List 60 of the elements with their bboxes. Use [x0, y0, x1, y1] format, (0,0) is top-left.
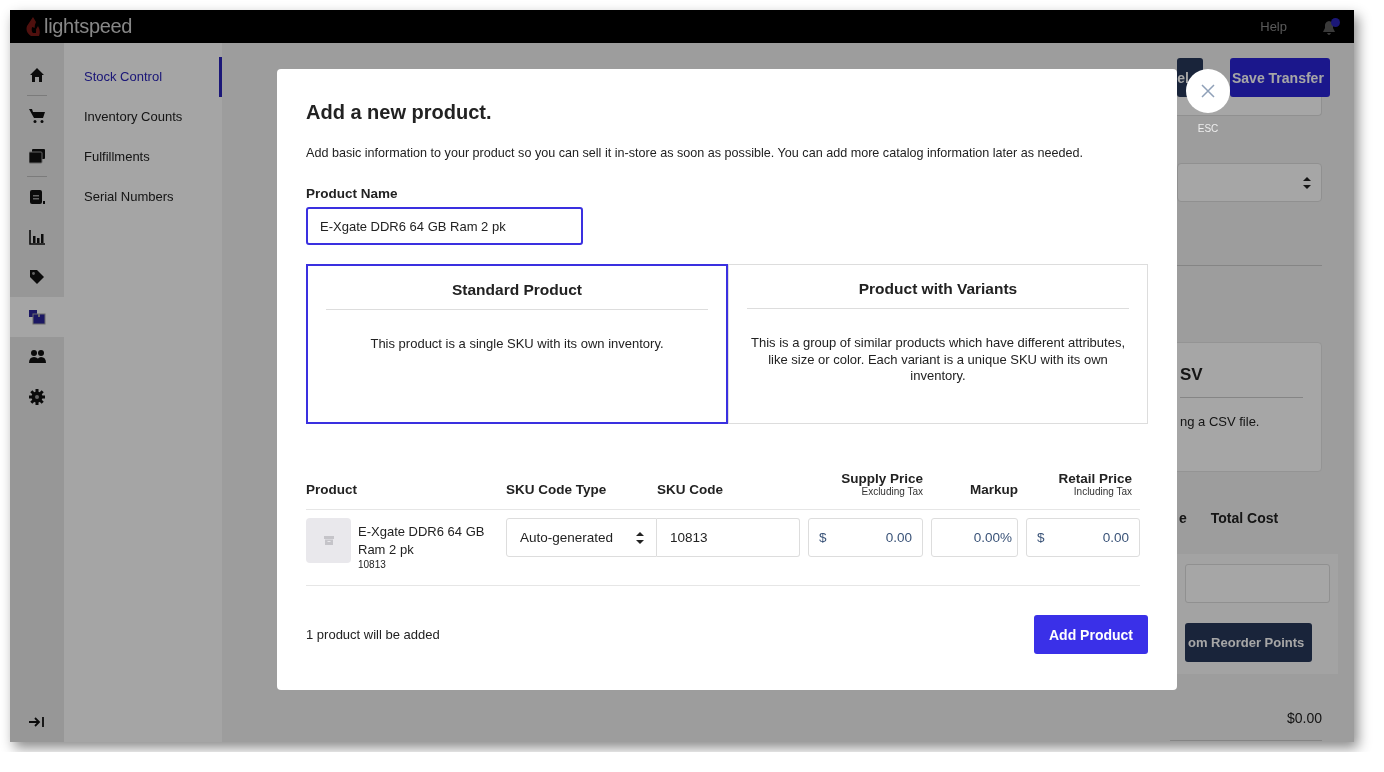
box-icon [323, 536, 334, 545]
submenu-item[interactable]: Inventory Counts [64, 97, 222, 137]
product-type-option[interactable]: Standard Product This product is a single SKU with its own inventory. [306, 264, 728, 424]
column-header: SKU Code Type [506, 482, 608, 497]
tag-icon [28, 269, 46, 285]
nav-rail-item[interactable] [10, 297, 64, 337]
currency-symbol: $ [819, 530, 827, 545]
boxes-icon [28, 309, 46, 325]
flame-logo-icon [26, 16, 40, 37]
column-header: Retail Price [1058, 471, 1132, 486]
retail-price-field[interactable]: $ 0.00 [1026, 518, 1140, 557]
option-title: Product with Variants [857, 279, 1019, 299]
total-amount: $0.00 [1286, 710, 1322, 726]
settings-icon [28, 389, 46, 405]
column-header: Supply Price [841, 471, 923, 486]
close-icon [1201, 84, 1215, 98]
card-title: SV [1180, 365, 1204, 386]
card-text: ng a CSV file. [1180, 414, 1261, 429]
currency-symbol: $ [1037, 530, 1045, 545]
column-subheader: Including Tax [1073, 486, 1132, 497]
sort-arrows-icon [636, 531, 644, 544]
column-header: Product [306, 482, 358, 497]
product-name-field[interactable]: E-Xgate DDR6 64 GB Ram 2 pk [306, 207, 583, 245]
option-description: This is a group of similar products which have different attributes, like size or color. Each variant is a unique SKU with its own inventory. [749, 335, 1127, 385]
sku-code-field[interactable]: 10813 [657, 518, 800, 557]
document-icon [28, 189, 46, 205]
bar-chart-icon [28, 229, 46, 245]
sku-type-select[interactable]: Auto-generated [506, 518, 657, 557]
column-subheader: Excluding Tax [861, 486, 923, 497]
product-type-option[interactable]: Product with Variants This is a group of similar products which have different attributes, like size or color. Each variant is a unique SKU with its own inventory. [728, 264, 1148, 424]
column-header: Total Cost [1210, 510, 1279, 526]
submenu-item[interactable]: Serial Numbers [64, 177, 222, 217]
save-transfer-button[interactable]: Save Transfer [1230, 58, 1330, 97]
column-header: SKU Code [657, 482, 724, 497]
product-sku: 10813 [358, 559, 387, 571]
bell-icon [1323, 18, 1340, 35]
supply-price-field[interactable]: $ 0.00 [808, 518, 923, 557]
column-header: Markup [970, 482, 1018, 497]
dialog-title: Add a new product. [306, 100, 493, 124]
dialog-description: Add basic information to your product so you can sell it in-store as soon as possible. You can add more catalog information later as needed. [306, 145, 1085, 161]
logo-text: lightspeed [44, 15, 133, 38]
add-product-button[interactable]: Add Product [1034, 615, 1148, 654]
markup-field[interactable]: 0.00% [931, 518, 1018, 557]
product-name: E-Xgate DDR6 64 GB Ram 2 pk [358, 523, 486, 559]
option-description: This product is a single SKU with its own inventory. [369, 336, 665, 353]
arrow-to-bar-icon [29, 716, 45, 728]
products-count-text: 1 product will be added [306, 627, 440, 642]
submenu-item[interactable]: Fulfillments [64, 137, 222, 177]
percent-sign: % [1000, 530, 1012, 545]
people-icon [28, 349, 46, 365]
home-icon [28, 67, 46, 83]
stacked-cards-icon [28, 148, 46, 164]
cart-icon [28, 108, 46, 124]
sort-arrows-icon [1303, 176, 1311, 189]
option-title: Standard Product [450, 280, 583, 300]
select-field[interactable] [1177, 163, 1322, 202]
esc-label: ESC [1197, 123, 1219, 134]
reorder-points-button[interactable]: om Reorder Points [1185, 623, 1312, 662]
column-header: e [1179, 510, 1187, 526]
field-label: Product Name [306, 186, 399, 201]
